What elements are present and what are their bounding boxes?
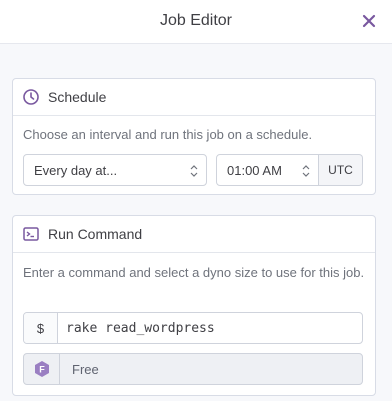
schedule-card-header: Schedule xyxy=(13,79,375,116)
command-prefix: $ xyxy=(24,313,58,343)
dialog-header: Job Editor xyxy=(0,0,392,44)
chevron-up-down-icon xyxy=(190,164,198,178)
command-field[interactable]: $ rake read_wordpress xyxy=(23,312,363,344)
clock-icon xyxy=(22,88,40,106)
dyno-size-select[interactable]: F Free xyxy=(23,353,363,385)
chevron-up-down-icon xyxy=(302,164,310,178)
dyno-badge: F xyxy=(24,354,60,384)
schedule-card: Schedule Choose an interval and run this… xyxy=(12,78,376,195)
schedule-title: Schedule xyxy=(48,89,107,105)
close-icon[interactable] xyxy=(360,12,378,30)
timezone-label: UTC xyxy=(319,154,363,186)
terminal-icon xyxy=(22,225,40,243)
dyno-size-value: Free xyxy=(72,361,99,377)
time-select[interactable]: 01:00 AM xyxy=(216,154,319,186)
command-input[interactable]: rake read_wordpress xyxy=(58,313,362,343)
dyno-badge-letter: F xyxy=(39,365,45,375)
run-command-description: Enter a command and select a dyno size t… xyxy=(23,265,365,280)
dialog-title: Job Editor xyxy=(159,12,233,29)
time-select-value: 01:00 AM xyxy=(227,162,282,178)
schedule-description: Choose an interval and run this job on a… xyxy=(23,127,313,142)
run-command-card-header: Run Command xyxy=(13,216,375,253)
interval-select-value: Every day at... xyxy=(34,162,118,178)
run-command-card: Run Command Enter a command and select a… xyxy=(12,215,376,396)
interval-select[interactable]: Every day at... xyxy=(23,154,207,186)
run-command-title: Run Command xyxy=(48,226,143,242)
